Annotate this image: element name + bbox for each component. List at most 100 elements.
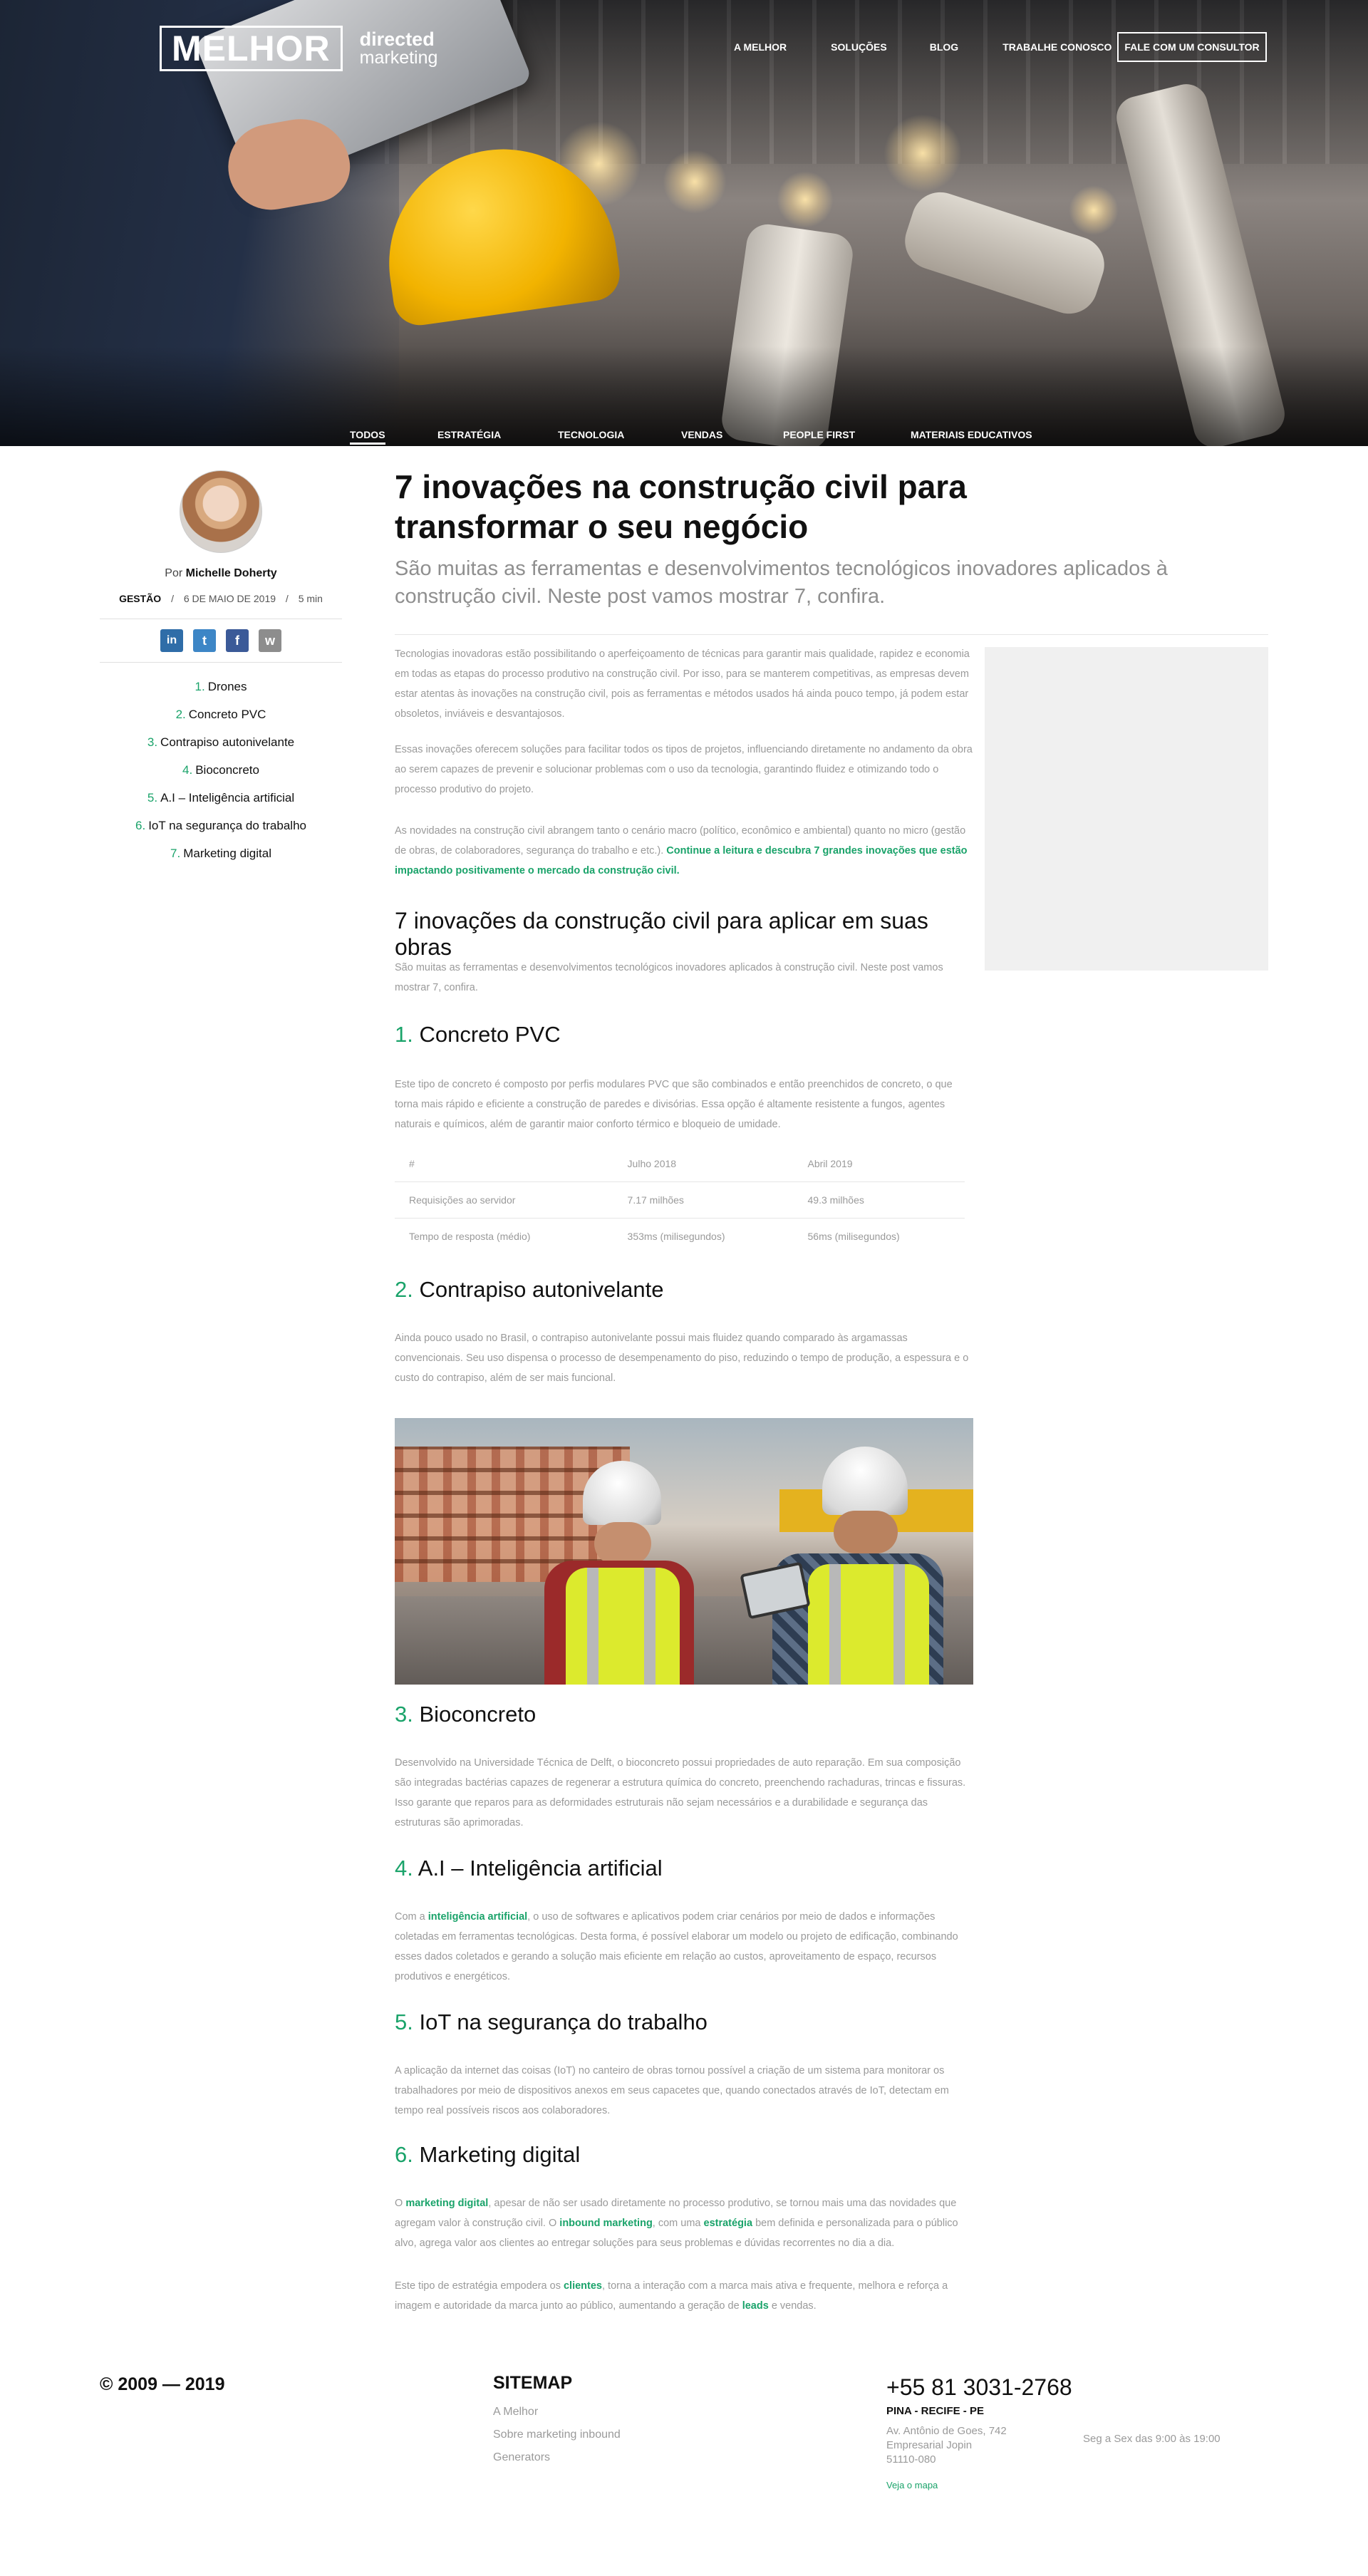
table-row: Tempo de resposta (médio) 353ms (miliseg… [395,1219,965,1255]
construction-workers-image [395,1418,973,1685]
contact-info: +55 81 3031-2768 PINA - RECIFE - PE Av. … [886,2374,1072,2490]
site-logo[interactable]: MELHOR directed marketing [160,26,437,71]
author-prefix: Por [165,567,183,579]
article-divider [395,634,1268,635]
hero-banner: MELHOR directed marketing A MELHOR SOLUÇ… [0,0,1368,446]
paragraph-text: e vendas. [771,2300,817,2312]
toc-item[interactable]: 2. Concreto PVC [100,700,342,728]
paragraph-text: Este tipo de estratégia empodera os [395,2280,561,2292]
address-line: 51110-080 [886,2453,936,2466]
toc-number: 1. [195,680,205,693]
toc-item[interactable]: 6. IoT na segurança do trabalho [100,812,342,839]
facebook-icon[interactable]: f [226,629,249,652]
article-category[interactable]: GESTÃO [119,593,161,604]
section-heading: 7 inovações da construção civil para apl… [395,908,973,961]
heading-number: 1. [395,1022,413,1047]
sidebar-divider [100,662,342,663]
marketing-paragraph: O marketing digital, apesar de não ser u… [395,2193,973,2253]
safety-vest [808,1564,929,1685]
category-vendas[interactable]: VENDAS [681,429,722,440]
paragraph-text: , com uma [652,2218,701,2229]
heading-iot: 5. IoT na segurança do trabalho [395,2009,973,2035]
heading-text: Marketing digital [419,2142,581,2167]
heading-text: IoT na segurança do trabalho [419,2009,708,2034]
toc-item[interactable]: 4. Bioconcreto [100,756,342,784]
nav-solucoes[interactable]: SOLUÇÕES [831,41,887,53]
category-people-first[interactable]: PEOPLE FIRST [783,429,855,440]
nav-a-melhor[interactable]: A MELHOR [734,41,787,53]
article-date: 6 DE MAIO DE 2019 [183,593,276,604]
table-row: Requisições ao servidor 7.17 milhões 49.… [395,1181,965,1219]
nav-trabalhe-conosco[interactable]: TRABALHE CONOSCO [1002,41,1112,53]
heading-marketing-digital: 6. Marketing digital [395,2142,973,2168]
intro-paragraph: Tecnologias inovadoras estão possibilita… [395,644,973,724]
iot-paragraph: A aplicação da internet das coisas (IoT)… [395,2061,973,2121]
toc-number: 3. [147,735,158,749]
link-clientes[interactable]: clientes [564,2280,602,2292]
link-inteligencia-artificial[interactable]: inteligência artificial [428,1911,527,1923]
sitemap-link-a-melhor[interactable]: A Melhor [493,2401,621,2424]
logo-sub-1: directed [359,29,435,50]
category-nav: TODOS ESTRATÉGIA TECNOLOGIA VENDAS PEOPL… [0,428,1368,446]
share-buttons: in t f w [100,629,342,652]
site-footer: © 2009 — 2019 SITEMAP A Melhor Sobre mar… [0,2352,1368,2576]
category-estrategia[interactable]: ESTRATÉGIA [437,429,501,440]
paragraph: O marketing digital, apesar de não ser u… [395,2193,973,2253]
hero-light [884,114,962,192]
nav-blog[interactable]: BLOG [930,41,958,53]
office-city: PINA - RECIFE - PE [886,2405,984,2417]
hero-light [663,150,727,214]
author-name[interactable]: Michelle Doherty [186,567,277,579]
worker-neck [594,1522,651,1565]
toc-item[interactable]: 7. Marketing digital [100,839,342,867]
table-cell: Tempo de resposta (médio) [409,1231,531,1242]
link-inbound-marketing[interactable]: inbound marketing [559,2218,653,2229]
sitemap-title: SITEMAP [493,2373,573,2393]
link-marketing-digital[interactable]: marketing digital [405,2198,488,2209]
office-hours: Seg a Sex das 9:00 às 19:00 [1083,2433,1221,2445]
toc-number: 5. [147,791,158,805]
table-cell: 56ms (milisegundos) [807,1231,900,1242]
article-header: 7 inovações na construção civil para tra… [395,467,1268,611]
hero-light [1069,185,1119,235]
linkedin-icon[interactable]: in [160,629,183,652]
toc-label: Drones [207,680,247,693]
category-todos[interactable]: TODOS [350,429,385,445]
sitemap-link-generators[interactable]: Generators [493,2446,621,2469]
toc-number: 4. [182,763,193,777]
link-leads[interactable]: leads [742,2300,769,2312]
toc-number: 7. [170,847,181,860]
toc-label: Marketing digital [183,847,271,860]
toc-item[interactable]: 5. A.I – Inteligência artificial [100,784,342,812]
paragraph: Este tipo de concreto é composto por per… [395,1079,953,1130]
whatsapp-icon[interactable]: w [259,629,281,652]
main-nav: A MELHOR SOLUÇÕES BLOG TRABALHE CONOSCO [734,41,1156,53]
phone-number[interactable]: +55 81 3031-2768 [886,2374,1072,2401]
link-estrategia[interactable]: estratégia [704,2218,753,2229]
category-materiais-educativos[interactable]: MATERIAIS EDUCATIVOS [911,429,1032,440]
paragraph: Este tipo de estratégia empodera os clie… [395,2276,973,2316]
heading-contrapiso: 2. Contrapiso autonivelante [395,1277,973,1303]
table-header: Abril 2019 [793,1146,965,1182]
logo-sub-2: marketing [359,48,438,68]
paragraph-text: O [395,2198,403,2209]
contact-consultant-button[interactable]: FALE COM UM CONSULTOR [1117,32,1267,62]
heading-ai: 4. A.I – Inteligência artificial [395,1856,973,1881]
toc-item[interactable]: 1. Drones [100,673,342,700]
category-tecnologia[interactable]: TECNOLOGIA [558,429,624,440]
meta-separator: / [285,593,289,604]
heading-number: 2. [395,1277,413,1302]
data-table: # Julho 2018 Abril 2019 Requisições ao s… [395,1146,965,1254]
heading-text: A.I – Inteligência artificial [418,1856,663,1881]
paragraph: As novidades na construção civil abrange… [395,821,973,881]
sitemap-link-inbound[interactable]: Sobre marketing inbound [493,2424,621,2446]
map-link[interactable]: Veja o mapa [886,2480,1072,2490]
intro-paragraph: Essas inovações oferecem soluções para f… [395,740,973,800]
table-cell: 353ms (milisegundos) [627,1231,725,1242]
image-worker [740,1447,950,1685]
heading-text: Concreto PVC [419,1022,561,1047]
paragraph: Ainda pouco usado no Brasil, o contrapis… [395,1333,969,1384]
paragraph: A aplicação da internet das coisas (IoT)… [395,2065,949,2116]
twitter-icon[interactable]: t [193,629,216,652]
toc-item[interactable]: 3. Contrapiso autonivelante [100,728,342,756]
